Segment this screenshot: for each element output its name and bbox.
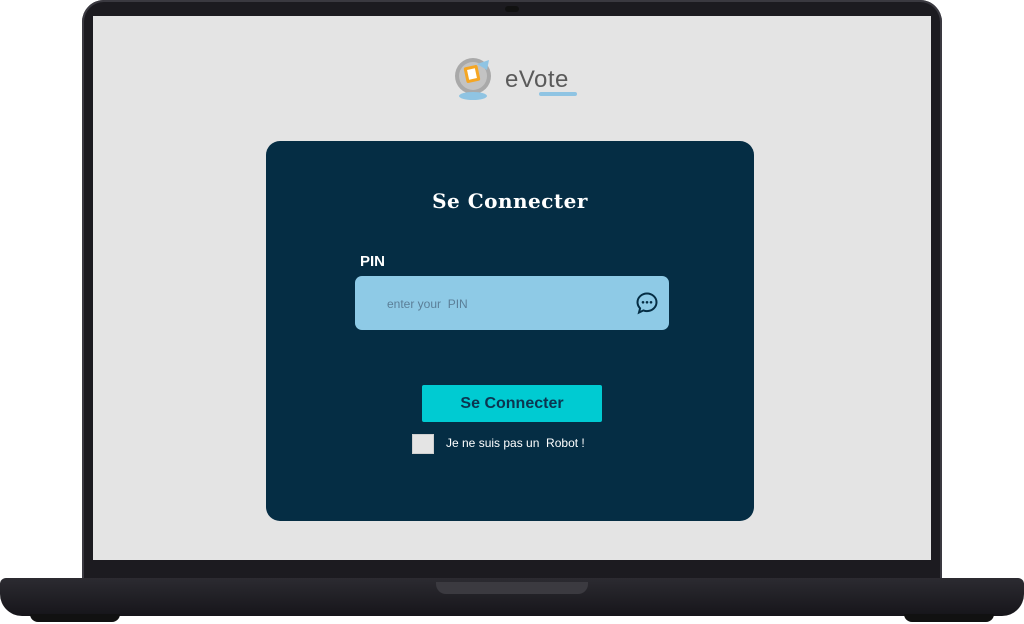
screen: eVote Se Connecter PIN Se Connecter Je n… [93,16,931,560]
laptop-notch [436,582,588,594]
chat-bubble-icon[interactable] [635,291,659,315]
login-card: Se Connecter PIN Se Connecter Je ne suis… [266,141,754,521]
pin-field-container [355,276,669,330]
logo-text: eVote [505,66,569,93]
camera [505,6,519,12]
robot-checkbox[interactable] [412,434,434,454]
ballot-box-icon [455,58,491,100]
robot-check-row: Je ne suis pas un Robot ! [412,434,632,454]
connect-button[interactable]: Se Connecter [422,385,602,422]
pin-label: PIN [360,253,386,270]
logo-underline [539,92,577,96]
evote-logo: eVote [453,56,593,106]
laptop-foot-right [904,614,994,622]
robot-label: Je ne suis pas un Robot ! [446,436,585,450]
pin-input[interactable] [385,292,629,316]
laptop-foot-left [30,614,120,622]
login-title: Se Connecter [432,189,588,213]
